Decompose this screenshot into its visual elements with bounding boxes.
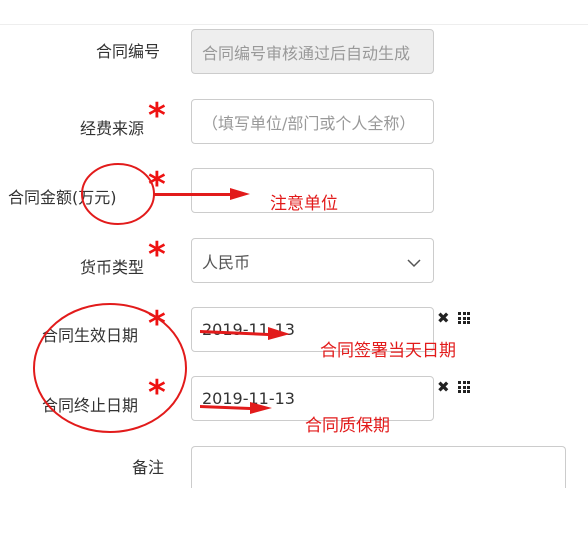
currency-label: 货币类型 [80,258,145,277]
start-date-value: 2019-11-13 [202,320,295,339]
funding-source-label: 经费来源 [80,119,145,138]
end-date-value: 2019-11-13 [202,389,295,408]
calendar-grid-icon[interactable] [458,381,470,393]
required-marker: * [148,170,166,194]
required-marker: * [148,378,166,402]
end-date-label: 合同终止日期 [42,396,139,415]
calendar-grid-icon[interactable] [458,312,470,324]
clear-icon[interactable]: ✖ [437,309,450,327]
amount-label-unit: (万元) [72,188,117,207]
funding-source-placeholder: （填写单位/部门或个人全称） [202,113,416,133]
top-divider [0,24,588,25]
currency-value: 人民币 [202,253,251,272]
contract-no-field: 合同编号审核通过后自动生成 [191,29,434,74]
funding-source-input[interactable]: （填写单位/部门或个人全称） [191,99,434,144]
start-date-label: 合同生效日期 [42,326,139,345]
contract-no-label: 合同编号 [96,42,161,61]
required-marker: * [148,101,166,125]
contract-no-value: 合同编号审核通过后自动生成 [202,43,411,63]
required-marker: * [148,240,166,264]
amount-label-main: 合同金额 [8,188,73,207]
required-marker: * [148,309,166,333]
end-date-annotation: 合同质保期 [305,416,390,436]
start-date-annotation: 合同签署当天日期 [320,341,456,361]
chevron-down-icon [407,253,421,272]
remarks-label: 备注 [132,458,165,477]
bottom-cutoff [180,488,580,533]
clear-icon[interactable]: ✖ [437,378,450,396]
currency-select[interactable]: 人民币 [191,238,434,283]
amount-annotation: 注意单位 [270,194,338,214]
amount-label: 合同金额(万元) [8,184,117,208]
